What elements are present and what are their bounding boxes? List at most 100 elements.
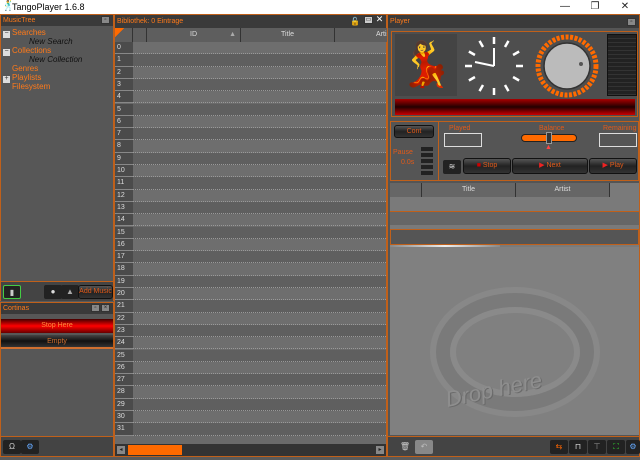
select-all-corner[interactable] [115, 28, 133, 42]
tree-item[interactable]: Filesystem [3, 82, 113, 91]
play-button[interactable]: ▶ Play [589, 158, 637, 174]
column-header-id[interactable]: ID ▲ [147, 28, 241, 42]
table-row[interactable] [133, 201, 386, 215]
row-header[interactable]: 31 [115, 423, 133, 436]
table-row[interactable] [133, 214, 386, 227]
table-row[interactable] [133, 324, 386, 338]
column-header-title[interactable]: Title [241, 28, 335, 42]
row-header[interactable]: 9 [115, 152, 133, 165]
horizontal-scrollbar[interactable]: ◂ ▸ [115, 444, 386, 456]
table-row[interactable] [133, 177, 386, 190]
row-header[interactable]: 19 [115, 275, 133, 288]
row-header[interactable]: 25 [115, 349, 133, 362]
row-header[interactable]: 16 [115, 238, 133, 252]
collapse-icon[interactable]: − [3, 30, 10, 38]
tree-item[interactable]: New Search [3, 37, 113, 46]
trash-icon[interactable]: 🗑 [396, 440, 414, 454]
undo-icon[interactable]: ↶ [415, 440, 433, 454]
table-row[interactable] [133, 337, 386, 350]
tree-item[interactable]: + Playlists [3, 73, 113, 83]
undock-icon[interactable]: ▫ [101, 16, 110, 24]
wifi-icon[interactable]: ≋ [443, 160, 461, 174]
row-header[interactable]: 5 [115, 103, 133, 116]
row-header[interactable]: 3 [115, 78, 133, 92]
table-row[interactable] [133, 411, 386, 424]
row-header[interactable]: 15 [115, 226, 133, 239]
table-row[interactable] [133, 140, 386, 153]
row-header[interactable]: 23 [115, 324, 133, 338]
close-icon[interactable]: × [101, 304, 110, 312]
column-header-artist[interactable]: Artist [335, 28, 395, 42]
queue-row[interactable] [390, 229, 639, 245]
next-button[interactable]: ▶ Next [512, 158, 588, 174]
waveform-icon[interactable]: ⊓ [569, 440, 587, 454]
row-header[interactable]: 29 [115, 398, 133, 411]
scrollbar-thumb[interactable] [128, 445, 182, 455]
volume-knob[interactable] [535, 34, 599, 98]
table-row[interactable] [133, 238, 386, 252]
row-header[interactable]: 22 [115, 312, 133, 325]
expand-icon[interactable]: + [3, 75, 10, 83]
column-header-title[interactable]: Title [422, 183, 516, 197]
fullscreen-icon[interactable]: ⛶ [607, 440, 625, 454]
table-row[interactable] [133, 165, 386, 178]
table-row[interactable] [133, 275, 386, 288]
table-row[interactable] [133, 386, 386, 399]
row-header[interactable]: 0 [115, 42, 133, 55]
row-header[interactable]: 13 [115, 201, 133, 215]
headphones-icon[interactable]: Ω [3, 440, 21, 454]
table-row[interactable] [133, 288, 386, 301]
stop-here-button[interactable]: Stop Here [1, 319, 113, 333]
window-icon[interactable]: ▭ [364, 16, 373, 24]
table-row[interactable] [133, 152, 386, 165]
row-header[interactable]: 17 [115, 251, 133, 264]
row-header[interactable]: 11 [115, 177, 133, 190]
row-header[interactable]: 18 [115, 263, 133, 276]
table-row[interactable] [133, 251, 386, 264]
settings-icon[interactable]: ⚙ [21, 440, 39, 454]
row-header[interactable]: 30 [115, 411, 133, 424]
balance-thumb[interactable] [546, 132, 552, 144]
table-row[interactable] [133, 263, 386, 276]
search-icon[interactable]: ● [44, 285, 62, 299]
collapse-icon[interactable]: − [3, 48, 10, 56]
drop-zone[interactable]: Drop here [390, 247, 639, 435]
repeat-icon[interactable]: ⇆ [550, 440, 568, 454]
scroll-left-icon[interactable]: ◂ [117, 446, 125, 454]
row-header[interactable]: 7 [115, 128, 133, 141]
table-row[interactable] [133, 91, 386, 104]
eject-icon[interactable]: ▲ [61, 285, 79, 299]
table-row[interactable] [133, 398, 386, 411]
table-row[interactable] [133, 189, 386, 202]
row-header[interactable]: 4 [115, 91, 133, 104]
table-row[interactable] [133, 78, 386, 92]
table-row[interactable] [133, 66, 386, 79]
table-row[interactable] [133, 361, 386, 375]
empty-button[interactable]: Empty [1, 335, 113, 349]
stop-button[interactable]: ■ Stop [463, 158, 511, 174]
balance-slider[interactable] [521, 132, 577, 144]
row-header[interactable]: 20 [115, 288, 133, 301]
progress-bar[interactable] [395, 99, 635, 115]
tree-item[interactable]: New Collection [3, 55, 113, 64]
equalizer-icon[interactable]: ⊤ [588, 440, 606, 454]
maximize-button[interactable]: ❐ [580, 0, 610, 14]
column-header-artist[interactable]: Artist [516, 183, 610, 197]
row-header[interactable]: 27 [115, 374, 133, 387]
table-row[interactable] [133, 54, 386, 67]
table-row[interactable] [133, 300, 386, 313]
row-header[interactable]: 2 [115, 66, 133, 79]
table-row[interactable] [133, 423, 386, 436]
row-header[interactable]: 6 [115, 115, 133, 129]
row-header[interactable]: 28 [115, 386, 133, 399]
row-header[interactable]: 24 [115, 337, 133, 350]
tree-item[interactable]: − Collections [3, 46, 113, 56]
tree-item[interactable]: Genres [3, 64, 113, 73]
pause-stepper[interactable] [421, 147, 433, 175]
table-row[interactable] [133, 349, 386, 362]
row-header[interactable]: 1 [115, 54, 133, 67]
cont-button[interactable]: Cont [394, 125, 434, 138]
lock-icon[interactable]: 🔓 [350, 17, 360, 26]
queue-row[interactable] [390, 211, 639, 225]
table-row[interactable] [133, 374, 386, 387]
